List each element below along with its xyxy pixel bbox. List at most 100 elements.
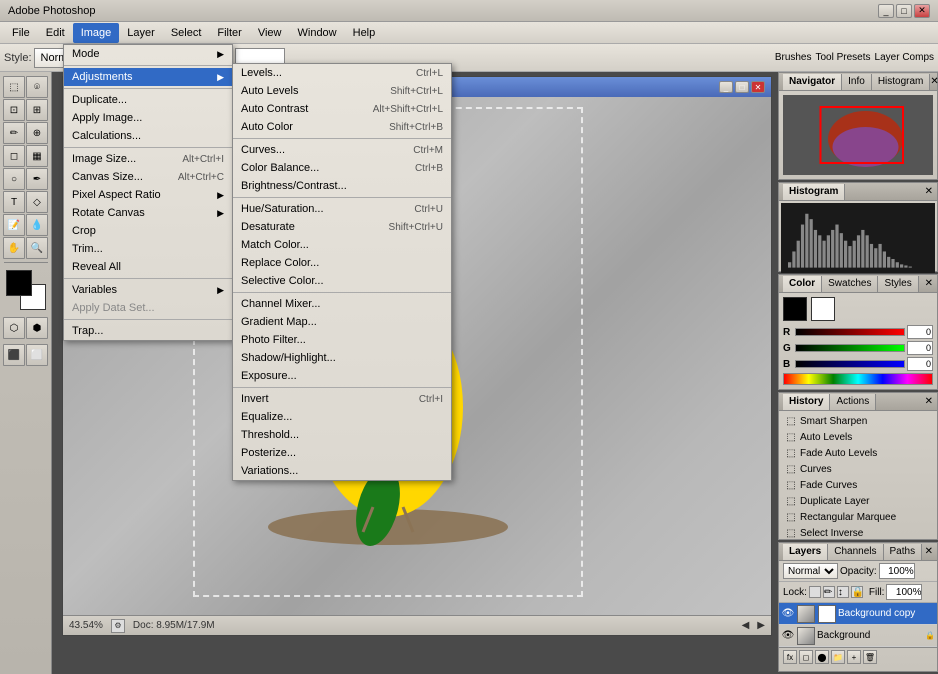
statusbar-scroll-left[interactable]: ◀: [742, 620, 750, 631]
layer-row-1[interactable]: 👁 Background 🔒: [779, 625, 937, 647]
blue-value[interactable]: 0: [907, 357, 933, 371]
sub-desaturate[interactable]: Desaturate Shift+Ctrl+U: [233, 218, 451, 236]
menu-item-adjustments[interactable]: Adjustments ▶: [64, 68, 232, 86]
tool-eraser[interactable]: ◻: [3, 145, 25, 167]
history-item-2[interactable]: ⬚ Fade Auto Levels: [781, 445, 935, 461]
layer-adj-btn[interactable]: ⬤: [815, 650, 829, 664]
layer-new-btn[interactable]: +: [847, 650, 861, 664]
menu-item-duplicate[interactable]: Duplicate...: [64, 91, 232, 109]
brushes-panel-btn[interactable]: Brushes: [775, 52, 812, 63]
menu-item-apply-dataset[interactable]: Apply Data Set...: [64, 299, 232, 317]
menu-item-apply-image[interactable]: Apply Image...: [64, 109, 232, 127]
menu-item-variables[interactable]: Variables ▶: [64, 281, 232, 299]
menu-item-reveal-all[interactable]: Reveal All: [64, 258, 232, 276]
menu-image[interactable]: Image: [73, 23, 120, 43]
menu-edit[interactable]: Edit: [38, 23, 73, 43]
menu-file[interactable]: File: [4, 23, 38, 43]
sub-threshold[interactable]: Threshold...: [233, 426, 451, 444]
menu-item-canvas-size[interactable]: Canvas Size... Alt+Ctrl+C: [64, 168, 232, 186]
layers-panel-close[interactable]: ✕: [925, 546, 933, 557]
lock-move-btn[interactable]: ↕: [837, 586, 849, 598]
sub-brightness[interactable]: Brightness/Contrast...: [233, 177, 451, 195]
tab-navigator[interactable]: Navigator: [783, 74, 842, 90]
lock-all-btn[interactable]: 🔒: [851, 586, 863, 598]
sub-exposure[interactable]: Exposure...: [233, 367, 451, 385]
tool-mask-mode[interactable]: ⬡: [3, 317, 25, 339]
status-icon[interactable]: ⚙: [111, 619, 125, 633]
menu-item-pixel-aspect[interactable]: Pixel Aspect Ratio ▶: [64, 186, 232, 204]
tool-lasso[interactable]: ⌾: [26, 76, 48, 98]
layer-delete-btn[interactable]: 🗑: [863, 650, 877, 664]
tool-marquee[interactable]: ⬚: [3, 76, 25, 98]
lock-transparent-btn[interactable]: [809, 586, 821, 598]
opacity-input[interactable]: [879, 563, 915, 579]
tab-color[interactable]: Color: [783, 276, 822, 292]
sub-selective-color[interactable]: Selective Color...: [233, 272, 451, 290]
tool-stamp[interactable]: ⊕: [26, 122, 48, 144]
sub-color-balance[interactable]: Color Balance... Ctrl+B: [233, 159, 451, 177]
sub-shadow-highlight[interactable]: Shadow/Highlight...: [233, 349, 451, 367]
sub-auto-levels[interactable]: Auto Levels Shift+Ctrl+L: [233, 82, 451, 100]
sub-match-color[interactable]: Match Color...: [233, 236, 451, 254]
sub-invert[interactable]: Invert Ctrl+I: [233, 390, 451, 408]
maximize-button[interactable]: □: [896, 4, 912, 18]
history-item-4[interactable]: ⬚ Fade Curves: [781, 477, 935, 493]
menu-help[interactable]: Help: [345, 23, 384, 43]
navigator-panel-close[interactable]: ✕: [930, 76, 938, 87]
tool-imageready[interactable]: ⬛: [3, 344, 25, 366]
history-item-6[interactable]: ⬚ Rectangular Marquee: [781, 509, 935, 525]
layer-comps-btn[interactable]: Layer Comps: [875, 52, 934, 63]
tab-history[interactable]: History: [783, 394, 830, 410]
tool-type[interactable]: T: [3, 191, 25, 213]
tool-notes[interactable]: 📝: [3, 214, 25, 236]
color-spectrum[interactable]: [783, 373, 933, 385]
foreground-color-swatch[interactable]: [6, 270, 32, 296]
fill-input[interactable]: [886, 584, 922, 600]
layer-group-btn[interactable]: 📁: [831, 650, 845, 664]
histogram-close[interactable]: ✕: [925, 186, 933, 197]
menu-window[interactable]: Window: [290, 23, 345, 43]
tool-presets-btn[interactable]: Tool Presets: [816, 52, 871, 63]
minimize-button[interactable]: _: [878, 4, 894, 18]
sub-equalize[interactable]: Equalize...: [233, 408, 451, 426]
tab-styles[interactable]: Styles: [878, 276, 918, 292]
tab-paths[interactable]: Paths: [884, 544, 923, 560]
blend-mode-select[interactable]: Normal: [783, 563, 838, 579]
fg-color-swatch[interactable]: [783, 297, 807, 321]
doc-maximize-btn[interactable]: □: [735, 81, 749, 93]
sub-auto-contrast[interactable]: Auto Contrast Alt+Shift+Ctrl+L: [233, 100, 451, 118]
statusbar-scroll-right[interactable]: ▶: [757, 620, 765, 631]
history-item-3[interactable]: ⬚ Curves: [781, 461, 935, 477]
menu-item-calculations[interactable]: Calculations...: [64, 127, 232, 145]
tool-gradient[interactable]: ▦: [26, 145, 48, 167]
layer-row-0[interactable]: 👁 Background copy: [779, 603, 937, 625]
sub-channel-mixer[interactable]: Channel Mixer...: [233, 295, 451, 313]
tool-pen[interactable]: ✒: [26, 168, 48, 190]
sub-gradient-map[interactable]: Gradient Map...: [233, 313, 451, 331]
tab-histogram-2[interactable]: Histogram: [783, 184, 845, 200]
tool-hand[interactable]: ✋: [3, 237, 25, 259]
tool-brush[interactable]: ✏: [3, 122, 25, 144]
bg-color-swatch[interactable]: [811, 297, 835, 321]
tab-layers[interactable]: Layers: [783, 544, 828, 560]
tab-actions[interactable]: Actions: [830, 394, 876, 410]
close-button[interactable]: ✕: [914, 4, 930, 18]
tool-crop[interactable]: ⊡: [3, 99, 25, 121]
red-value[interactable]: 0: [907, 325, 933, 339]
doc-close-btn[interactable]: ✕: [751, 81, 765, 93]
red-slider[interactable]: [795, 328, 905, 336]
green-value[interactable]: 0: [907, 341, 933, 355]
layer-vis-1[interactable]: 👁: [781, 629, 795, 643]
tab-channels[interactable]: Channels: [828, 544, 883, 560]
layer-style-btn[interactable]: fx: [783, 650, 797, 664]
tab-info[interactable]: Info: [842, 74, 872, 90]
sub-posterize[interactable]: Posterize...: [233, 444, 451, 462]
layer-vis-0[interactable]: 👁: [781, 607, 795, 621]
menu-item-crop[interactable]: Crop: [64, 222, 232, 240]
tool-shape[interactable]: ◇: [26, 191, 48, 213]
green-slider[interactable]: [795, 344, 905, 352]
tool-screen-mode[interactable]: ⬢: [26, 317, 48, 339]
menu-select[interactable]: Select: [163, 23, 210, 43]
color-swatches[interactable]: [6, 270, 46, 310]
history-item-7[interactable]: ⬚ Select Inverse: [781, 525, 935, 540]
